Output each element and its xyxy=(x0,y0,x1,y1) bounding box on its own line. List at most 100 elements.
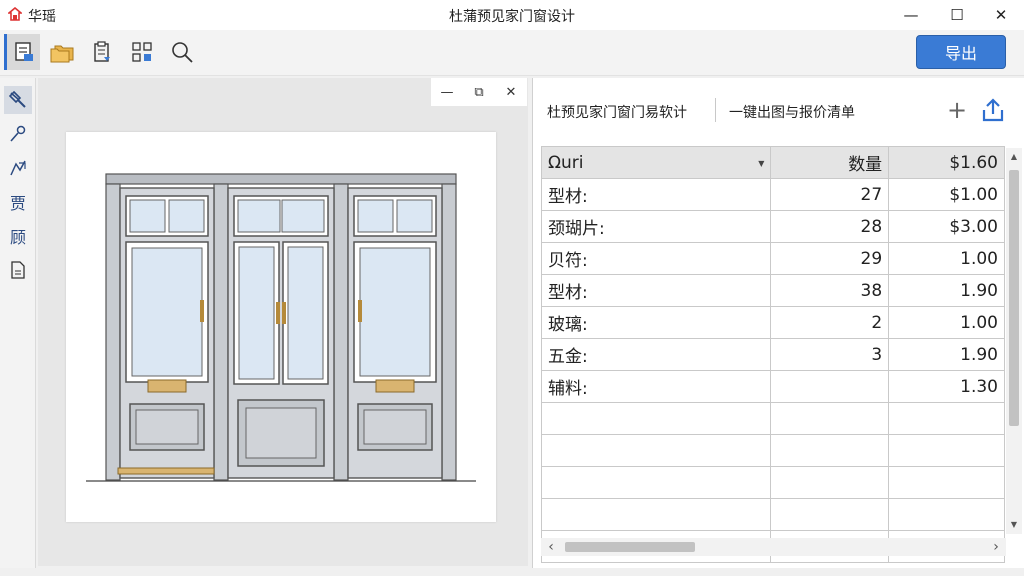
table-row[interactable]: 型材: 38 1.90 xyxy=(540,274,1005,307)
price-cell[interactable] xyxy=(888,466,1005,499)
tab-design-software[interactable]: 杜预见家门窗门易软计 xyxy=(547,102,687,122)
title-bar: 华瑶 杜蒲预见家门窗设计 — ☐ ✕ xyxy=(0,0,1024,30)
door-elevation-drawing[interactable] xyxy=(66,132,496,522)
layout-icon xyxy=(14,42,33,61)
material-cell[interactable]: 颈瑚片: xyxy=(540,210,772,243)
material-cell[interactable]: 型材: xyxy=(540,274,772,307)
price-cell[interactable]: 1.90 xyxy=(888,274,1005,307)
search-icon xyxy=(172,42,193,63)
mullion-right xyxy=(333,183,349,481)
drawing-sheet[interactable] xyxy=(66,132,496,522)
table-row[interactable]: 颈瑚片: 28 $3.00 xyxy=(540,210,1005,243)
quantity-cell[interactable]: 38 xyxy=(770,274,890,307)
close-button[interactable]: ✕ xyxy=(978,0,1024,30)
middle-double-door xyxy=(227,187,335,479)
scroll-up-arrow-icon[interactable]: ▲ xyxy=(1006,150,1022,164)
table-row[interactable] xyxy=(540,434,1005,467)
layout-tool-button[interactable] xyxy=(4,34,40,70)
dropdown-arrow-icon[interactable]: ▼ xyxy=(758,159,764,168)
material-cell[interactable] xyxy=(540,434,772,467)
price-cell[interactable]: 1.00 xyxy=(888,242,1005,275)
column-header-label: $1.60 xyxy=(949,152,998,173)
table-row[interactable] xyxy=(540,466,1005,499)
scroll-left-arrow-icon[interactable]: ‹ xyxy=(543,538,559,556)
frame-icon[interactable]: 顾 xyxy=(4,222,32,250)
canvas-window-controls: — ⧉ ✕ xyxy=(431,78,527,106)
tab-one-click-quote[interactable]: 一键出图与报价清单 xyxy=(729,102,855,122)
quantity-cell[interactable]: 28 xyxy=(770,210,890,243)
price-cell[interactable] xyxy=(888,434,1005,467)
move-tool[interactable] xyxy=(4,86,32,114)
canvas-close-button[interactable]: ✕ xyxy=(495,78,527,106)
canvas-minimize-button[interactable]: — xyxy=(431,78,463,106)
material-icon[interactable]: 贾 xyxy=(4,188,32,216)
draw-icon xyxy=(10,160,26,176)
material-cell[interactable]: 辅料: xyxy=(540,370,772,403)
column-header: $1.60 xyxy=(888,146,1005,179)
move-icon xyxy=(8,90,26,108)
horizontal-scrollbar[interactable]: ‹ › xyxy=(541,538,1006,556)
draw-tool[interactable] xyxy=(4,154,32,182)
material-cell[interactable] xyxy=(540,498,772,531)
quantity-cell[interactable]: 3 xyxy=(770,338,890,371)
left-post xyxy=(105,183,121,481)
table-row[interactable] xyxy=(540,402,1005,435)
table-row[interactable] xyxy=(540,498,1005,531)
table-row[interactable]: 贝符: 29 1.00 xyxy=(540,242,1005,275)
right-door xyxy=(347,187,443,479)
column-selector-dropdown[interactable]: Ωuri ▼ xyxy=(540,146,772,179)
maximize-button[interactable]: ☐ xyxy=(934,0,980,30)
price-cell[interactable] xyxy=(888,498,1005,531)
add-icon[interactable]: + xyxy=(943,96,971,124)
horizontal-scroll-thumb[interactable] xyxy=(565,542,695,552)
material-cell[interactable] xyxy=(540,466,772,499)
quantity-cell[interactable] xyxy=(770,466,890,499)
vertical-scrollbar[interactable]: ▲ ▼ xyxy=(1006,148,1022,534)
quantity-cell[interactable]: 2 xyxy=(770,306,890,339)
price-cell[interactable]: 1.00 xyxy=(888,306,1005,339)
mullion-left xyxy=(213,183,229,481)
vertical-scroll-thumb[interactable] xyxy=(1009,170,1019,426)
price-cell[interactable]: $1.00 xyxy=(888,178,1005,211)
clipboard-button[interactable] xyxy=(84,34,120,70)
document-tool[interactable] xyxy=(4,256,32,284)
open-folders-button[interactable] xyxy=(44,34,80,70)
material-cell[interactable]: 贝符: xyxy=(540,242,772,275)
material-cell[interactable] xyxy=(540,402,772,435)
material-cell[interactable]: 型材: xyxy=(540,178,772,211)
right-post xyxy=(441,183,457,481)
table-row[interactable]: 玻璃: 2 1.00 xyxy=(540,306,1005,339)
table-header-row: Ωuri ▼ 数量 $1.60 xyxy=(540,146,1005,179)
pen-icon xyxy=(10,125,26,142)
document-icon xyxy=(11,261,25,279)
quantity-cell[interactable] xyxy=(770,434,890,467)
material-cell[interactable]: 玻璃: xyxy=(540,306,772,339)
price-cell[interactable]: $3.00 xyxy=(888,210,1005,243)
quantity-cell[interactable] xyxy=(770,498,890,531)
search-button[interactable] xyxy=(164,34,200,70)
minimize-button[interactable]: — xyxy=(888,0,934,30)
quote-panel-header: 杜预见家门窗门易软计 一键出图与报价清单 + xyxy=(533,78,1024,144)
drawing-canvas-panel: — ⧉ ✕ xyxy=(38,78,528,566)
scroll-down-arrow-icon[interactable]: ▼ xyxy=(1006,518,1022,532)
column-header-label: Ωuri xyxy=(548,152,584,173)
scroll-right-arrow-icon[interactable]: › xyxy=(988,538,1004,556)
quantity-cell[interactable]: 29 xyxy=(770,242,890,275)
export-button[interactable]: 导出 xyxy=(916,35,1006,69)
quantity-cell[interactable]: 27 xyxy=(770,178,890,211)
quantity-cell[interactable] xyxy=(770,402,890,435)
price-cell[interactable]: 1.30 xyxy=(888,370,1005,403)
column-header: 数量 xyxy=(770,146,890,179)
table-row[interactable]: 型材: 27 $1.00 xyxy=(540,178,1005,211)
table-row[interactable]: 辅料: 1.30 xyxy=(540,370,1005,403)
table-row[interactable]: 五金: 3 1.90 xyxy=(540,338,1005,371)
price-cell[interactable] xyxy=(888,402,1005,435)
header-beam xyxy=(105,173,457,185)
price-cell[interactable]: 1.90 xyxy=(888,338,1005,371)
quantity-cell[interactable] xyxy=(770,370,890,403)
pen-tool[interactable] xyxy=(4,120,32,148)
share-icon[interactable] xyxy=(979,96,1007,124)
canvas-restore-button[interactable]: ⧉ xyxy=(463,78,495,106)
material-cell[interactable]: 五金: xyxy=(540,338,772,371)
components-button[interactable] xyxy=(124,34,160,70)
